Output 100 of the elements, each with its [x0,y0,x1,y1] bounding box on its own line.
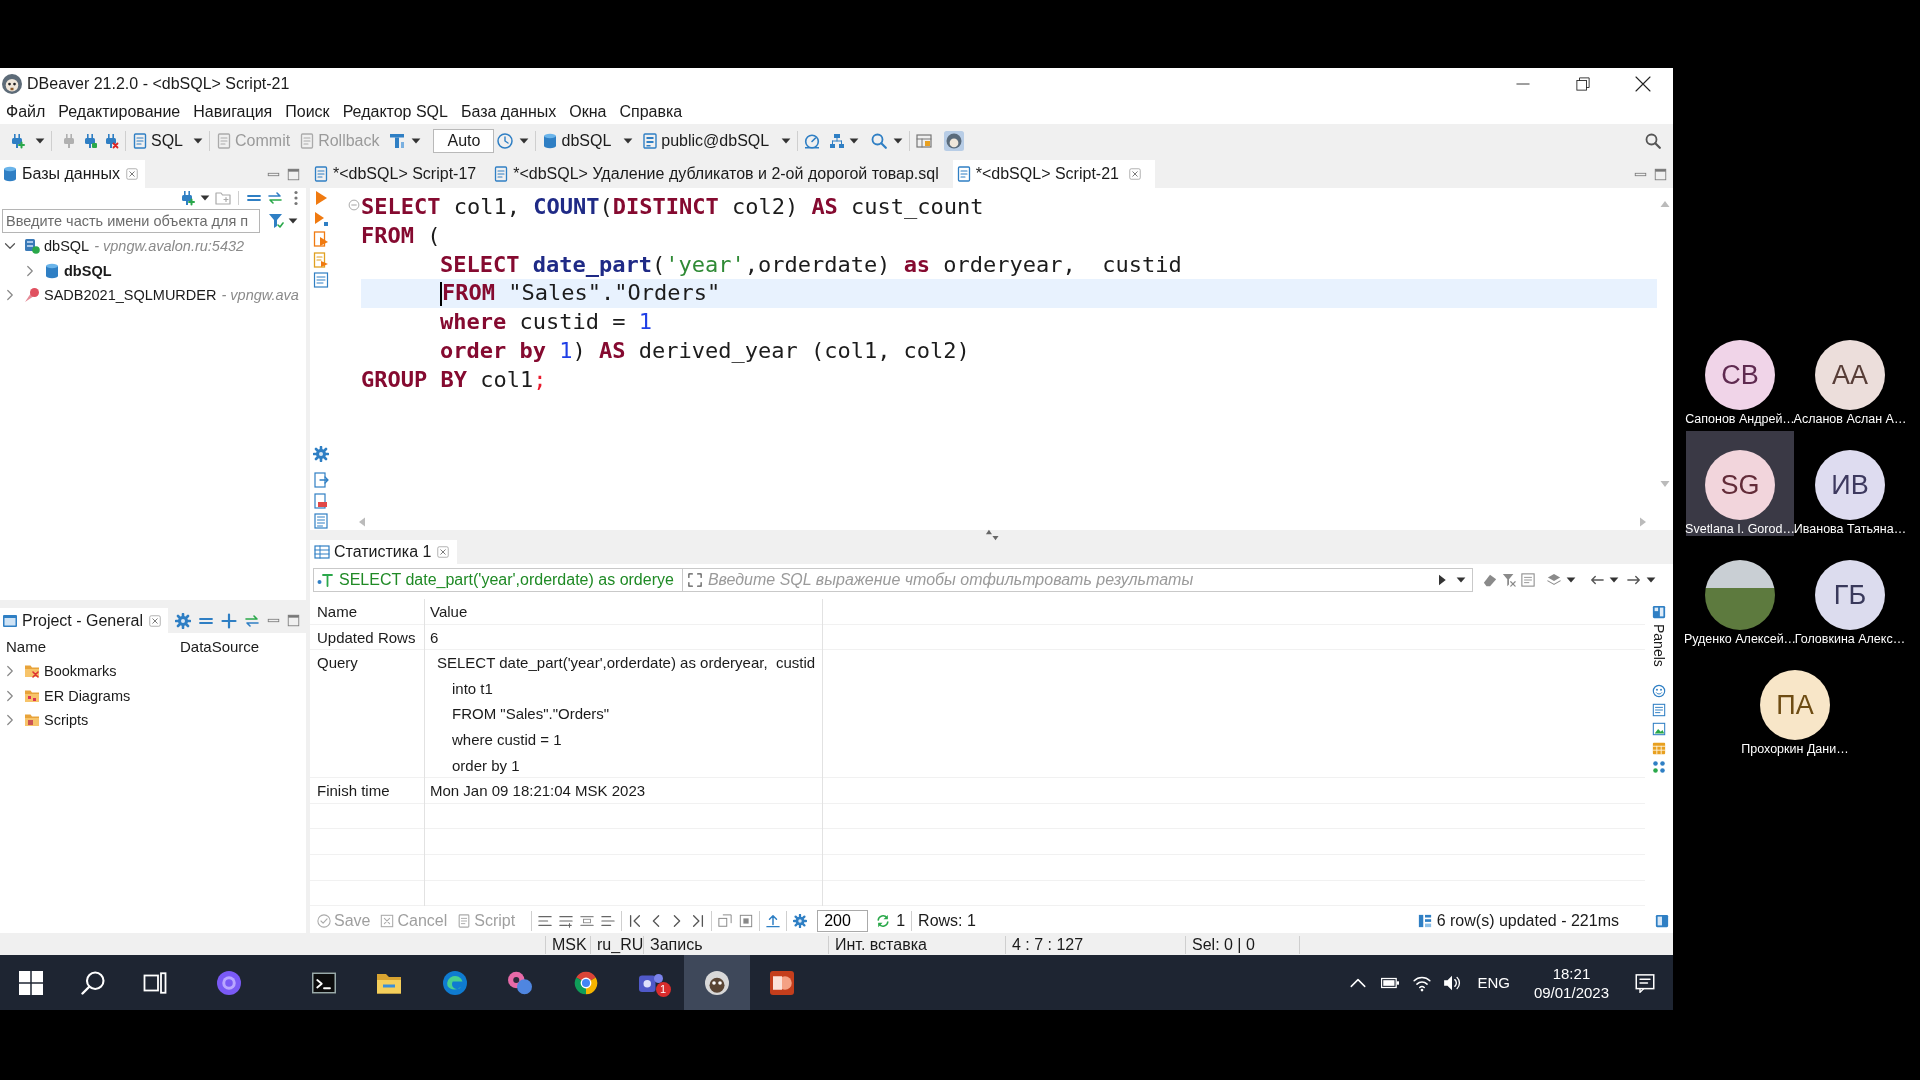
sql-editor-button[interactable]: SQL [132,132,183,150]
upload-icon[interactable] [766,914,781,928]
caret-icon[interactable] [1455,575,1466,585]
layout-icon[interactable] [916,133,933,149]
settings-icon[interactable] [175,612,191,629]
chevron-right-icon[interactable] [4,289,16,302]
tree-item[interactable]: ER Diagrams [44,687,131,704]
menu-item[interactable]: Справка [619,103,683,121]
caret-icon[interactable] [288,216,298,226]
notification-icon[interactable] [1635,972,1655,993]
participant-tile[interactable]: ИВ Иванова Татьяна… [1796,431,1904,536]
clock-time[interactable]: 18:21 [1552,963,1591,983]
script-play-icon[interactable] [313,251,329,268]
maximize-icon[interactable] [1654,167,1667,181]
caret-icon[interactable] [193,136,203,146]
query-selector[interactable]: SELECT date_part('year',orderdate) as orderye [313,568,683,592]
tree-item[interactable]: Scripts [44,712,89,729]
plus-icon[interactable] [221,612,237,629]
forward-arrow-icon[interactable] [1626,573,1641,587]
first-page-icon[interactable] [628,914,643,928]
chevron-right-icon[interactable] [24,264,36,277]
participant-tile[interactable]: ПА Прохоркин Дани… [1741,651,1849,756]
panel-tab[interactable]: Project - General [0,608,168,633]
list-icon[interactable] [1520,573,1535,587]
eraser-icon[interactable] [1482,573,1497,587]
refresh-icon[interactable] [876,914,891,928]
expand-icon[interactable] [687,573,702,587]
taskbar-button[interactable]: 1 [618,955,684,1010]
square-icon[interactable] [739,914,754,928]
plug-icon[interactable] [82,133,98,149]
chevron-right-icon[interactable] [4,665,16,678]
last-page-icon[interactable] [691,914,706,928]
avatar-icon[interactable] [944,131,965,151]
editor-tab[interactable]: *<dbSQL> Script-17 [310,160,491,188]
lines-icon[interactable] [580,914,595,928]
caret-icon[interactable] [1608,575,1619,585]
search-icon[interactable] [1645,133,1661,149]
script-play-icon[interactable] [313,231,329,247]
panels-tab[interactable]: Panels [1651,624,1667,667]
menu-item[interactable]: Навигация [193,103,273,121]
participant-tile[interactable]: ГБ Головкина Алекс… [1796,541,1904,646]
menu-item[interactable]: Файл [6,103,46,121]
tree-item[interactable]: dbSQL [64,262,112,279]
link-arrows-icon[interactable] [244,612,260,629]
back-arrow-icon[interactable] [1589,573,1604,587]
lines-icon[interactable] [538,914,553,928]
tree-item[interactable]: SADB2021_SQLMURDER [44,287,217,304]
results-tab[interactable]: Статистика 1 [310,540,458,564]
caret-icon[interactable] [35,136,45,146]
smiley-icon[interactable] [1652,683,1666,698]
chevron-right-icon[interactable] [4,714,16,727]
editor-tab[interactable]: *<dbSQL> Удаление дубликатов и 2-ой дорогой товар.sql [490,160,953,188]
plug-icon[interactable] [103,133,119,149]
document-icon[interactable] [313,492,329,509]
link-arrows-icon[interactable] [267,190,283,206]
restore-icon[interactable] [1576,77,1590,91]
tree-item[interactable]: Bookmarks [44,663,117,680]
column-header[interactable]: Value [425,599,823,625]
editor-tab[interactable]: *<dbSQL> Script-21 [952,160,1155,188]
hierarchy-icon[interactable] [829,133,846,149]
clock-date[interactable]: 09/01/2023 [1533,982,1609,1002]
panels-icon[interactable] [1652,605,1666,619]
resize-handle-icon[interactable] [984,528,999,542]
tree-item[interactable]: dbSQL [44,238,90,255]
lines-icon[interactable] [601,914,616,928]
language-indicator[interactable]: ENG [1477,974,1510,991]
caret-icon[interactable] [1645,575,1656,585]
caret-icon[interactable] [893,136,904,146]
maximize-icon[interactable] [287,614,300,627]
participant-tile[interactable]: SG Svetlana I. Gorod… [1686,431,1794,536]
taskbar-button[interactable] [684,955,750,1010]
history-icon[interactable] [497,133,514,149]
menu-item[interactable]: Редактор SQL [342,103,448,121]
menu-item[interactable]: Поиск [285,103,330,121]
settings-icon[interactable] [793,914,808,928]
panel-toggle-icon[interactable] [1655,914,1669,928]
participant-tile[interactable]: СВ Сапонов Андрей… [1686,321,1794,426]
calendar-icon[interactable] [1652,740,1666,755]
caret-icon[interactable] [519,136,530,146]
image-icon[interactable] [1652,721,1666,736]
dots-icon[interactable] [1652,759,1666,774]
search-icon[interactable] [871,133,888,149]
filter-icon[interactable] [1501,573,1516,587]
search-field[interactable]: Введите часть имени объекта для п [2,209,260,233]
menu-item[interactable]: Окна [569,103,607,121]
datasource-selector[interactable]: dbSQL [542,132,612,150]
column-header[interactable]: Name [310,599,425,625]
fetch-size-field[interactable]: 200 [817,910,869,932]
caret-icon[interactable] [411,136,422,146]
lines-plus-icon[interactable] [559,914,574,928]
copy-icon[interactable] [718,914,733,928]
caret-icon[interactable] [781,136,792,146]
filter-icon[interactable] [268,213,284,229]
filter-field[interactable]: Введите SQL выражение чтобы отфильтровать результаты [682,568,1473,592]
settings-icon[interactable] [313,445,329,462]
column-header[interactable]: Name [0,637,180,655]
participant-tile[interactable]: Руденко Алексей… [1686,541,1794,646]
panel-tab[interactable]: Базы данных [0,160,145,188]
column-header[interactable]: DataSource [180,637,260,655]
list-icon[interactable] [1652,702,1666,717]
